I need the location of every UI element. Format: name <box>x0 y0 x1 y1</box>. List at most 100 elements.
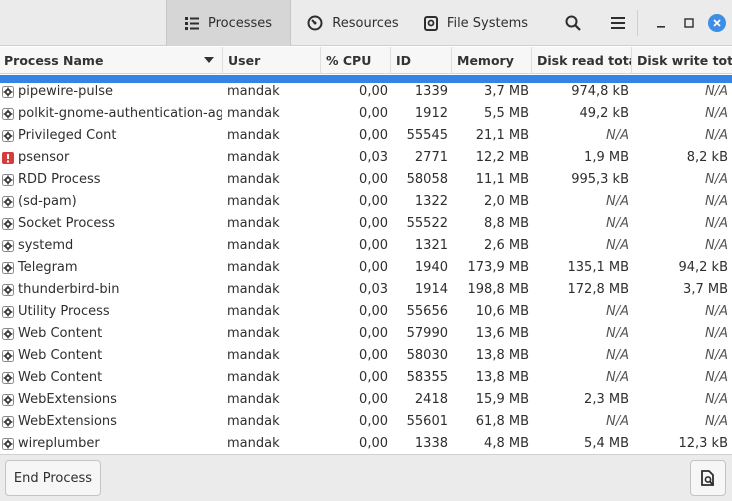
process-properties-button[interactable] <box>690 460 726 496</box>
process-user: mandak <box>227 326 280 341</box>
menu-button[interactable] <box>603 0 633 46</box>
process-cpu: 0,00 <box>359 436 388 451</box>
search-button[interactable] <box>558 0 588 46</box>
table-row[interactable]: Socket Process mandak 0,00 55522 8,8 MB N/A N/… <box>0 213 732 235</box>
sort-descending-icon <box>204 57 214 63</box>
process-memory: 13,6 MB <box>475 326 529 341</box>
process-gear-icon <box>2 218 14 230</box>
process-memory: 10,6 MB <box>475 304 529 319</box>
table-row[interactable]: thunderbird-bin mandak 0,03 1914 198,8 MB 172… <box>0 279 732 301</box>
table-row[interactable]: systemd mandak 0,00 1321 2,6 MB N/A N/A <box>0 235 732 257</box>
process-memory: 173,9 MB <box>467 260 529 275</box>
process-gear-icon <box>2 306 14 318</box>
process-disk-read: 995,3 kB <box>571 172 629 187</box>
document-search-icon <box>701 469 715 486</box>
table-row[interactable]: psensor mandak 0,03 2771 12,2 MB 1,9 MB 8,2 kB <box>0 147 732 169</box>
process-cpu: 0,00 <box>359 216 388 231</box>
process-id: 58355 <box>406 370 448 385</box>
maximize-button[interactable] <box>674 0 704 46</box>
process-disk-read: 2,3 MB <box>584 392 629 407</box>
process-memory: 21,1 MB <box>475 128 529 143</box>
process-disk-read: 5,4 MB <box>584 436 629 451</box>
process-disk-write: 8,2 kB <box>686 150 728 165</box>
process-id: 55522 <box>406 216 448 231</box>
column-header-cpu[interactable]: % CPU <box>321 47 391 74</box>
process-gear-icon <box>2 328 14 340</box>
table-row[interactable]: Web Content mandak 0,00 57990 13,6 MB N/A N/A <box>0 323 732 345</box>
table-row[interactable]: WebExtensions mandak 0,00 55601 61,8 MB N/A N/… <box>0 411 732 433</box>
column-header-disk-read[interactable]: Disk read total <box>532 47 632 74</box>
table-row[interactable]: pipewire-pulse mandak 0,00 1339 3,7 MB 974,8 … <box>0 81 732 103</box>
process-memory: 12,2 MB <box>475 150 529 165</box>
table-row[interactable]: Web Content mandak 0,00 58355 13,8 MB N/A N/A <box>0 367 732 389</box>
table-row[interactable]: Telegram mandak 0,00 1940 173,9 MB 135,1 MB 94… <box>0 257 732 279</box>
process-disk-read: 135,1 MB <box>567 260 629 275</box>
tab-resources[interactable]: Resources <box>291 0 415 46</box>
table-row[interactable]: Utility Process mandak 0,00 55656 10,6 MB N/A… <box>0 301 732 323</box>
process-cpu: 0,00 <box>359 84 388 99</box>
column-header-user[interactable]: User <box>223 47 321 74</box>
maximize-icon <box>684 18 694 28</box>
process-memory: 11,1 MB <box>475 172 529 187</box>
table-row[interactable]: wireplumber mandak 0,00 1338 4,8 MB 5,4 MB 12,… <box>0 433 732 454</box>
process-disk-write: N/A <box>705 348 728 363</box>
process-gear-icon <box>2 130 14 142</box>
tab-file-systems[interactable]: File Systems <box>415 0 537 46</box>
process-name: Utility Process <box>18 304 110 319</box>
process-gear-icon <box>2 262 14 274</box>
process-user: mandak <box>227 84 280 99</box>
end-process-button[interactable]: End Process <box>5 460 101 496</box>
process-cpu: 0,00 <box>359 348 388 363</box>
process-name: psensor <box>18 150 70 165</box>
column-header-label: User <box>228 53 261 68</box>
process-gear-icon <box>2 438 14 450</box>
table-row[interactable]: polkit-gnome-authentication-agent-1 manda… <box>0 103 732 125</box>
process-disk-write: 12,3 kB <box>678 436 728 451</box>
process-gear-icon <box>2 350 14 362</box>
process-user: mandak <box>227 436 280 451</box>
process-user: mandak <box>227 414 280 429</box>
process-cpu: 0,00 <box>359 128 388 143</box>
table-row[interactable]: RDD Process mandak 0,00 58058 11,1 MB 995,3 k… <box>0 169 732 191</box>
process-disk-write: N/A <box>705 238 728 253</box>
process-cpu: 0,00 <box>359 370 388 385</box>
process-table[interactable]: pipewiremandak0,0013363,4 MB1,4 MBN/Apip… <box>0 75 732 454</box>
process-user: mandak <box>227 128 280 143</box>
minimize-button[interactable] <box>646 0 676 46</box>
process-disk-read: N/A <box>606 326 629 341</box>
process-disk-write: N/A <box>705 304 728 319</box>
process-disk-write: N/A <box>705 128 728 143</box>
process-gear-icon <box>2 108 14 120</box>
table-row[interactable]: (sd-pam) mandak 0,00 1322 2,0 MB N/A N/A <box>0 191 732 213</box>
column-header-process-name[interactable]: Process Name <box>0 47 223 74</box>
process-user: mandak <box>227 238 280 253</box>
tab-processes[interactable]: Processes <box>166 0 291 46</box>
process-id: 1912 <box>414 106 448 121</box>
column-header-label: % CPU <box>326 53 372 68</box>
process-user: mandak <box>227 194 280 209</box>
process-name: Socket Process <box>18 216 115 231</box>
process-disk-write: N/A <box>705 326 728 341</box>
process-name: thunderbird-bin <box>18 282 120 297</box>
table-row[interactable]: Privileged Cont mandak 0,00 55545 21,1 MB N/A… <box>0 125 732 147</box>
header-bar: Processes Resources File Systems <box>0 0 732 46</box>
process-id: 58058 <box>406 172 448 187</box>
column-header-disk-write[interactable]: Disk write total <box>632 47 732 74</box>
process-memory: 13,8 MB <box>475 348 529 363</box>
process-id: 57990 <box>406 326 448 341</box>
tab-label: Resources <box>332 15 399 31</box>
selected-row-highlight <box>0 75 732 83</box>
close-button[interactable] <box>702 0 732 46</box>
process-disk-write: 3,7 MB <box>683 282 728 297</box>
bottom-bar: End Process <box>0 454 732 501</box>
table-row[interactable]: Web Content mandak 0,00 58030 13,8 MB N/A N/A <box>0 345 732 367</box>
process-disk-read: 1,9 MB <box>584 150 629 165</box>
column-header-memory[interactable]: Memory <box>452 47 532 74</box>
process-gear-icon <box>2 394 14 406</box>
process-disk-read: N/A <box>606 128 629 143</box>
hamburger-icon <box>611 17 625 29</box>
process-name: polkit-gnome-authentication-agent-1 <box>18 106 222 121</box>
table-row[interactable]: WebExtensions mandak 0,00 2418 15,9 MB 2,3 MB… <box>0 389 732 411</box>
tab-label: Processes <box>207 15 273 31</box>
column-header-id[interactable]: ID <box>391 47 452 74</box>
